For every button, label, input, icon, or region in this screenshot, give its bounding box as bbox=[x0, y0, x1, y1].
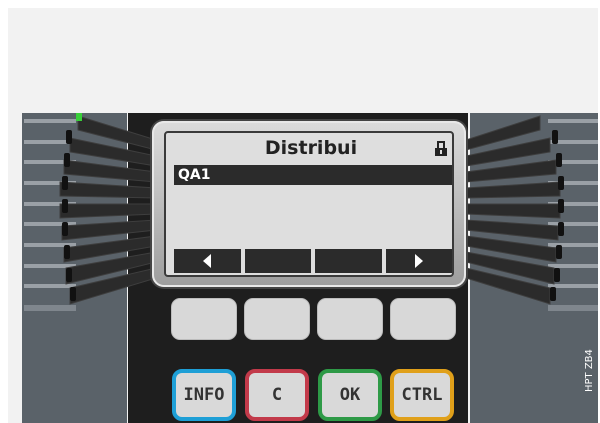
lcd-screen: Distribui QA1 bbox=[164, 131, 454, 277]
arrow-left-icon bbox=[203, 254, 212, 268]
ok-button-label: OK bbox=[339, 385, 361, 405]
ctrl-button[interactable]: CTRL bbox=[390, 369, 454, 421]
softkey-3[interactable] bbox=[315, 249, 382, 273]
c-button[interactable]: C bbox=[245, 369, 309, 421]
lcd-title: Distribui bbox=[264, 137, 358, 159]
softkey-bar bbox=[174, 249, 452, 273]
hardware-softkey-2[interactable] bbox=[244, 298, 310, 340]
ctrl-button-label: CTRL bbox=[401, 385, 443, 405]
c-button-label: C bbox=[271, 385, 283, 405]
hardware-softkey-3[interactable] bbox=[317, 298, 383, 340]
info-button-label: INFO bbox=[183, 385, 225, 405]
arrow-right-icon bbox=[414, 254, 423, 268]
softkey-2[interactable] bbox=[244, 249, 311, 273]
hardware-softkey-4[interactable] bbox=[390, 298, 456, 340]
hardware-softkey-1[interactable] bbox=[171, 298, 237, 340]
softkey-right[interactable] bbox=[385, 249, 452, 273]
side-code-label: HPT ZB4 bbox=[584, 349, 595, 392]
ok-button[interactable]: OK bbox=[318, 369, 382, 421]
softkey-left[interactable] bbox=[174, 249, 241, 273]
info-button[interactable]: INFO bbox=[172, 369, 236, 421]
status-led bbox=[76, 113, 82, 121]
menu-item-selected[interactable]: QA1 bbox=[174, 165, 452, 185]
lock-icon bbox=[435, 141, 447, 156]
